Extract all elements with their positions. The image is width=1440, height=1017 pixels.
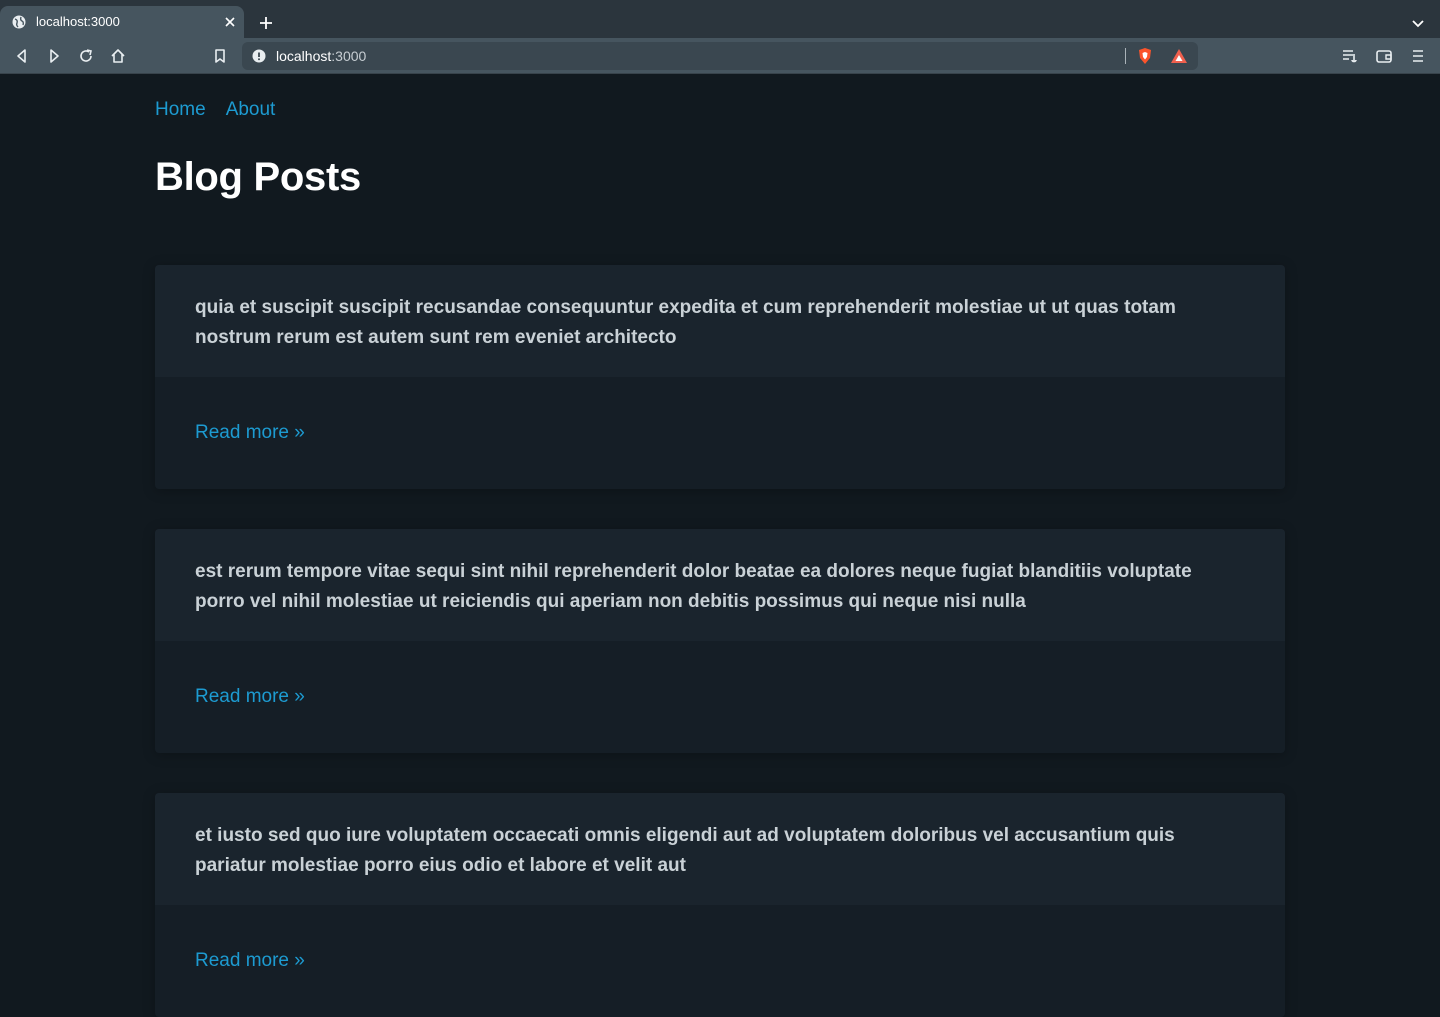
post-title: est rerum tempore vitae sequi sint nihil…	[195, 561, 1192, 612]
menu-icon	[1413, 50, 1423, 62]
page-content: Home About Blog Posts quia et suscipit s…	[0, 75, 1440, 1017]
bookmark-icon	[215, 49, 225, 63]
info-icon[interactable]	[252, 49, 266, 63]
reload-icon	[80, 49, 92, 62]
close-icon[interactable]	[222, 14, 238, 30]
url-text[interactable]: localhost:3000	[276, 48, 366, 64]
brave-rewards-icon[interactable]	[1170, 47, 1188, 65]
wallet-button[interactable]	[1374, 46, 1394, 66]
post-card-footer: Read more »	[155, 377, 1285, 489]
post-title: et iusto sed quo iure voluptatem occaeca…	[195, 825, 1175, 876]
read-more-link[interactable]: Read more »	[195, 421, 305, 445]
new-tab-icon[interactable]	[256, 13, 276, 33]
playlist-icon	[1343, 50, 1357, 63]
address-bar-divider	[1125, 48, 1126, 64]
post-card: quia et suscipit suscipit recusandae con…	[155, 265, 1285, 489]
address-bar[interactable]: localhost:3000	[242, 42, 1198, 70]
post-card-header: et iusto sed quo iure voluptatem occaeca…	[155, 793, 1285, 905]
post-card-footer: Read more »	[155, 905, 1285, 1017]
post-card-footer: Read more »	[155, 641, 1285, 753]
tab-title: localhost:3000	[36, 14, 120, 29]
post-card: et iusto sed quo iure voluptatem occaeca…	[155, 793, 1285, 1017]
post-card-header: est rerum tempore vitae sequi sint nihil…	[155, 529, 1285, 641]
back-icon	[17, 49, 26, 63]
reload-button[interactable]	[76, 46, 96, 66]
post-title: quia et suscipit suscipit recusandae con…	[195, 297, 1176, 348]
site-nav: Home About	[155, 99, 275, 121]
nav-home-link[interactable]: Home	[155, 99, 206, 121]
browser-tab[interactable]: localhost:3000	[0, 6, 244, 38]
browser-toolbar: localhost:3000	[0, 38, 1440, 74]
read-more-link[interactable]: Read more »	[195, 685, 305, 709]
read-more-link[interactable]: Read more »	[195, 949, 305, 973]
menu-button[interactable]	[1408, 46, 1428, 66]
bookmark-button[interactable]	[210, 46, 230, 66]
back-button[interactable]	[12, 46, 32, 66]
post-card: est rerum tempore vitae sequi sint nihil…	[155, 529, 1285, 753]
wallet-icon	[1376, 50, 1392, 63]
nav-about-link[interactable]: About	[226, 99, 276, 121]
forward-button[interactable]	[44, 46, 64, 66]
globe-icon	[12, 15, 26, 29]
post-card-header: quia et suscipit suscipit recusandae con…	[155, 265, 1285, 377]
playlist-button[interactable]	[1340, 46, 1360, 66]
page-title: Blog Posts	[155, 155, 361, 199]
home-icon	[111, 49, 125, 63]
brave-shield-icon[interactable]	[1136, 47, 1154, 65]
forward-icon	[50, 49, 59, 63]
tab-strip: localhost:3000	[0, 0, 1440, 38]
home-button[interactable]	[108, 46, 128, 66]
chevron-down-icon[interactable]	[1408, 13, 1428, 33]
